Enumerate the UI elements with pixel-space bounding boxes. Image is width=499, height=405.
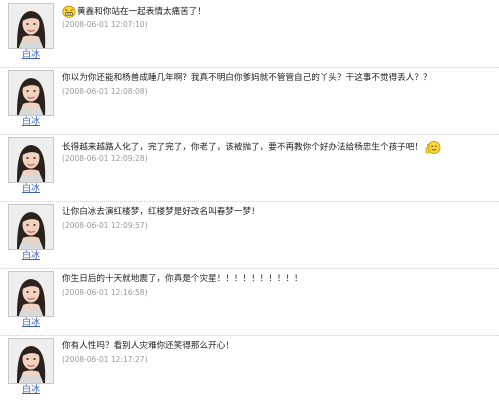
avatar[interactable] — [8, 137, 54, 183]
comment-item: 白冰 你以为你还能和杨兽成睡几年啊？我真不明白你爹妈就不管管自己的丫头？干这事不… — [0, 67, 499, 135]
author-link[interactable]: 白冰 — [8, 250, 54, 262]
avatar[interactable] — [8, 70, 54, 116]
author-link[interactable]: 白冰 — [8, 183, 54, 195]
comment-text-content: 让你白冰去演红楼梦，红楼梦是好改名叫春梦一梦！ — [62, 207, 260, 217]
comment-text: 你以为你还能和杨兽成睡几年啊？我真不明白你爹妈就不管管自己的丫头？干这事不觉得丢… — [62, 72, 432, 85]
comment-timestamp: (2008-06-01 12:16:58) — [62, 288, 148, 297]
comment-timestamp: (2008-06-01 12:08:08) — [62, 87, 148, 96]
comment-timestamp: (2008-06-01 12:09:57) — [62, 221, 148, 230]
comment-item: 白冰 黄鑫和你站在一起表情太痛苦了！ (2008-06-01 12:07:10) — [0, 0, 499, 68]
author-link[interactable]: 白冰 — [8, 49, 54, 61]
author-link[interactable]: 白冰 — [8, 384, 54, 396]
comment-text-content: 你以为你还能和杨兽成睡几年啊？我真不明白你爹妈就不管管自己的丫头？干这事不觉得丢… — [62, 73, 432, 83]
avatar[interactable] — [8, 3, 54, 49]
comment-timestamp: (2008-06-01 12:07:10) — [62, 20, 148, 29]
avatar[interactable] — [8, 271, 54, 317]
avatar[interactable] — [8, 338, 54, 384]
comment-item: 白冰 你有人性吗？看别人灾难你还笑得那么开心！ (2008-06-01 12:1… — [0, 335, 499, 403]
author-link[interactable]: 白冰 — [8, 116, 54, 128]
comment-list: 白冰 黄鑫和你站在一起表情太痛苦了！ (2008-06-01 12:07:10)… — [0, 0, 499, 405]
thumbs-up-face-icon — [425, 139, 441, 155]
comment-item: 白冰 你生日后的十天就地震了，你真是个灾星！！！！！！！！！！ (2008-06… — [0, 268, 499, 336]
comment-timestamp: (2008-06-01 12:17:27) — [62, 355, 148, 364]
author-link[interactable]: 白冰 — [8, 317, 54, 329]
comment-text-content: 你有人性吗？看别人灾难你还笑得那么开心！ — [62, 341, 234, 351]
comment-item: 白冰 长得越来越路人化了，完了完了，你老了，该被抛了，要不再教你个好办法给杨忠生… — [0, 134, 499, 202]
grimace-face-icon — [62, 5, 76, 18]
avatar[interactable] — [8, 204, 54, 250]
comment-text: 让你白冰去演红楼梦，红楼梦是好改名叫春梦一梦！ — [62, 206, 260, 219]
comment-text-content: 黄鑫和你站在一起表情太痛苦了！ — [77, 7, 206, 17]
comment-text: 黄鑫和你站在一起表情太痛苦了！ — [62, 5, 206, 19]
comment-timestamp: (2008-06-01 12:09:28) — [62, 154, 148, 163]
comment-text: 你有人性吗？看别人灾难你还笑得那么开心！ — [62, 340, 234, 353]
comment-text: 你生日后的十天就地震了，你真是个灾星！！！！！！！！！！ — [62, 273, 303, 286]
comment-text-content: 长得越来越路人化了，完了完了，你老了，该被抛了，要不再教你个好办法给杨忠生个孩子… — [62, 142, 423, 153]
comment-item: 白冰 让你白冰去演红楼梦，红楼梦是好改名叫春梦一梦！ (2008-06-01 1… — [0, 201, 499, 269]
comment-text-content: 你生日后的十天就地震了，你真是个灾星！！！！！！！！！！ — [62, 274, 303, 284]
